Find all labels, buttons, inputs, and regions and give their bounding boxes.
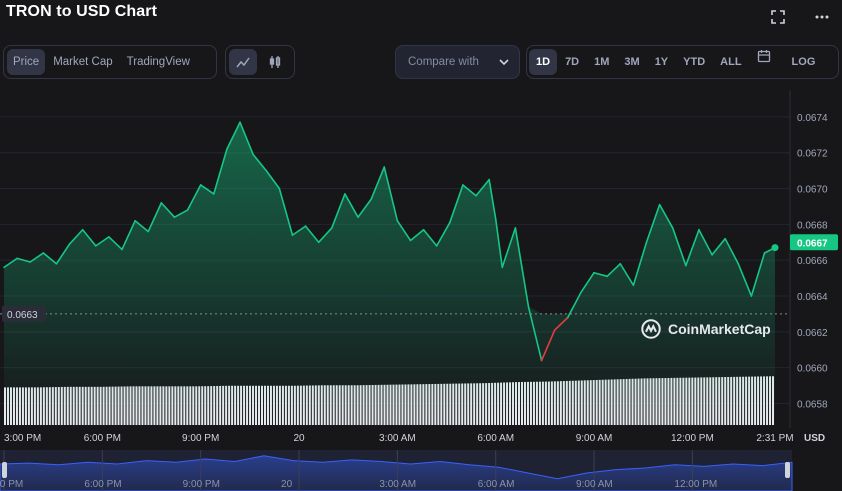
navigator-label: 6:00 AM: [478, 479, 515, 490]
y-tick-label: 0.0662: [797, 328, 828, 339]
y-axis-labels: 0.0674 0.0672 0.0670 0.0668 0.0666 0.0664 0.06…: [797, 113, 828, 411]
x-tick-label: 12:00 PM: [671, 433, 714, 444]
y-tick-label: 0.0668: [797, 220, 828, 231]
coinmarketcap-watermark: CoinMarketCap: [640, 318, 771, 340]
x-tick-label: 3:00 AM: [379, 433, 416, 444]
navigator-label: 6:00 PM: [84, 479, 121, 490]
y-tick-label: 0.0664: [797, 292, 828, 303]
y-tick-label: 0.0672: [797, 149, 828, 160]
range-navigator: 3:00 PM 6:00 PM 9:00 PM 20 3:00 AM 6:00 AM 9:0…: [0, 450, 793, 491]
y-tick-label: 0.0670: [797, 185, 828, 196]
x-tick-label: 3:00 PM: [4, 433, 41, 444]
navigator-label: 9:00 AM: [576, 479, 613, 490]
price-area-fill: [4, 122, 775, 426]
navigator-label: 20: [281, 479, 293, 490]
x-axis-labels: 3:00 PM 6:00 PM 9:00 PM 20 3:00 AM 6:00 AM 9:0…: [4, 433, 825, 444]
x-tick-label: 20: [293, 433, 305, 444]
price-chart: 0.06630.0667 0.06740.06720.06700.06680.0…: [0, 90, 838, 491]
price-area: [4, 122, 775, 426]
current-price-label: 0.0667: [797, 238, 828, 249]
coinmarketcap-logo-icon: [641, 319, 661, 339]
y-tick-label: 0.0658: [797, 400, 828, 411]
navigator-handle-left[interactable]: [2, 462, 7, 478]
navigator-label: 3:00 PM: [0, 479, 23, 490]
currency-label: USD: [804, 433, 825, 444]
baseline-label: 0.0663: [7, 310, 38, 321]
navigator-label: 9:00 PM: [183, 479, 220, 490]
y-tick-label: 0.0660: [797, 364, 828, 375]
watermark-text: CoinMarketCap: [668, 321, 771, 337]
navigator-label: 12:00 PM: [674, 479, 717, 490]
x-tick-label: 9:00 PM: [182, 433, 219, 444]
navigator-label: 3:00 AM: [379, 479, 416, 490]
y-tick-label: 0.0666: [797, 256, 828, 267]
current-price-dot: [771, 244, 779, 252]
x-tick-label: 9:00 AM: [576, 433, 613, 444]
x-tick-label: 6:00 AM: [477, 433, 514, 444]
y-tick-label: 0.0674: [797, 113, 828, 124]
navigator-handle-right[interactable]: [785, 462, 790, 478]
x-tick-label: 6:00 PM: [84, 433, 121, 444]
x-tick-label: 2:31 PM: [756, 433, 793, 444]
